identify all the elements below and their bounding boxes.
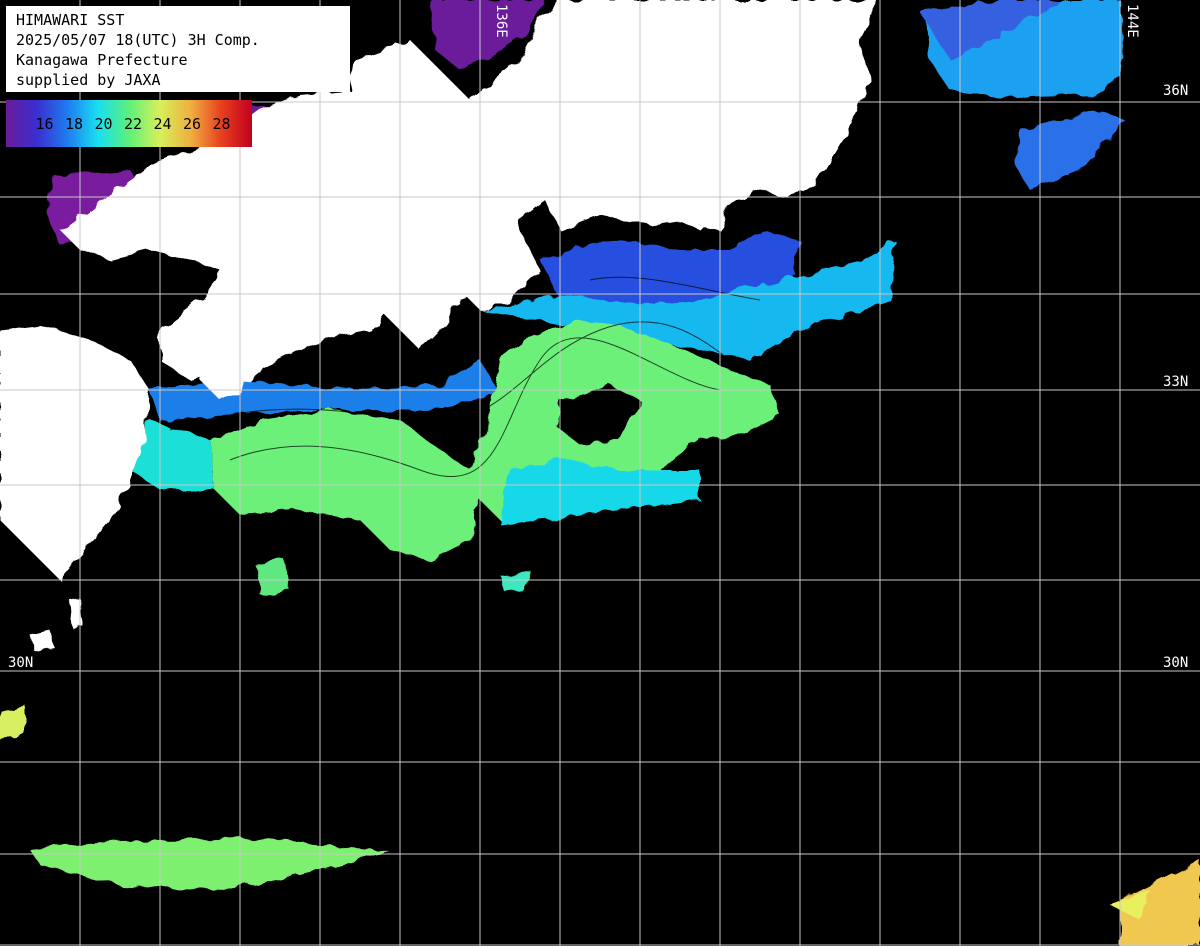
land-kyushu (0, 325, 150, 580)
land-kii (460, 230, 540, 310)
legend-label: 28 (212, 114, 231, 133)
legend-label: 20 (94, 114, 113, 133)
legend-label: 22 (123, 114, 142, 133)
legend-label: 16 (35, 114, 54, 133)
sst-patch-east-blue (1015, 110, 1125, 190)
title-line-4: supplied by JAXA (16, 71, 161, 89)
lat-label-30n-left: 30N (8, 655, 33, 671)
legend-label: 18 (64, 114, 83, 133)
sst-patch-southwest-warm (0, 705, 25, 740)
sst-map: 36N 33N 30N 30N 136E 144E HIMAWARI SST 2… (0, 0, 1200, 946)
sst-patch-south-small-2 (500, 570, 530, 592)
sst-patch-south-small (255, 560, 290, 595)
title-line-3: Kanagawa Prefecture (16, 51, 188, 69)
lat-label-30n-right: 30N (1163, 655, 1188, 671)
title-panel: HIMAWARI SST 2025/05/07 18(UTC) 3H Comp.… (6, 6, 350, 92)
legend-label: 26 (182, 114, 201, 133)
temperature-legend: 16 18 20 22 24 26 28 (6, 100, 252, 147)
lon-label-144e: 144E (1124, 4, 1140, 38)
sst-patch-south-cyan (500, 460, 700, 525)
land-island-south (30, 630, 55, 652)
sst-patch-southern-band (30, 838, 390, 890)
title-line-1: HIMAWARI SST (16, 11, 125, 29)
title-line-2: 2025/05/07 18(UTC) 3H Comp. (16, 31, 260, 49)
lat-label-36n: 36N (1163, 83, 1188, 99)
legend-label: 24 (153, 114, 172, 133)
lat-label-33n: 33N (1163, 374, 1188, 390)
sst-patch-kuroshio (210, 320, 780, 560)
lon-label-136e: 136E (493, 4, 509, 38)
